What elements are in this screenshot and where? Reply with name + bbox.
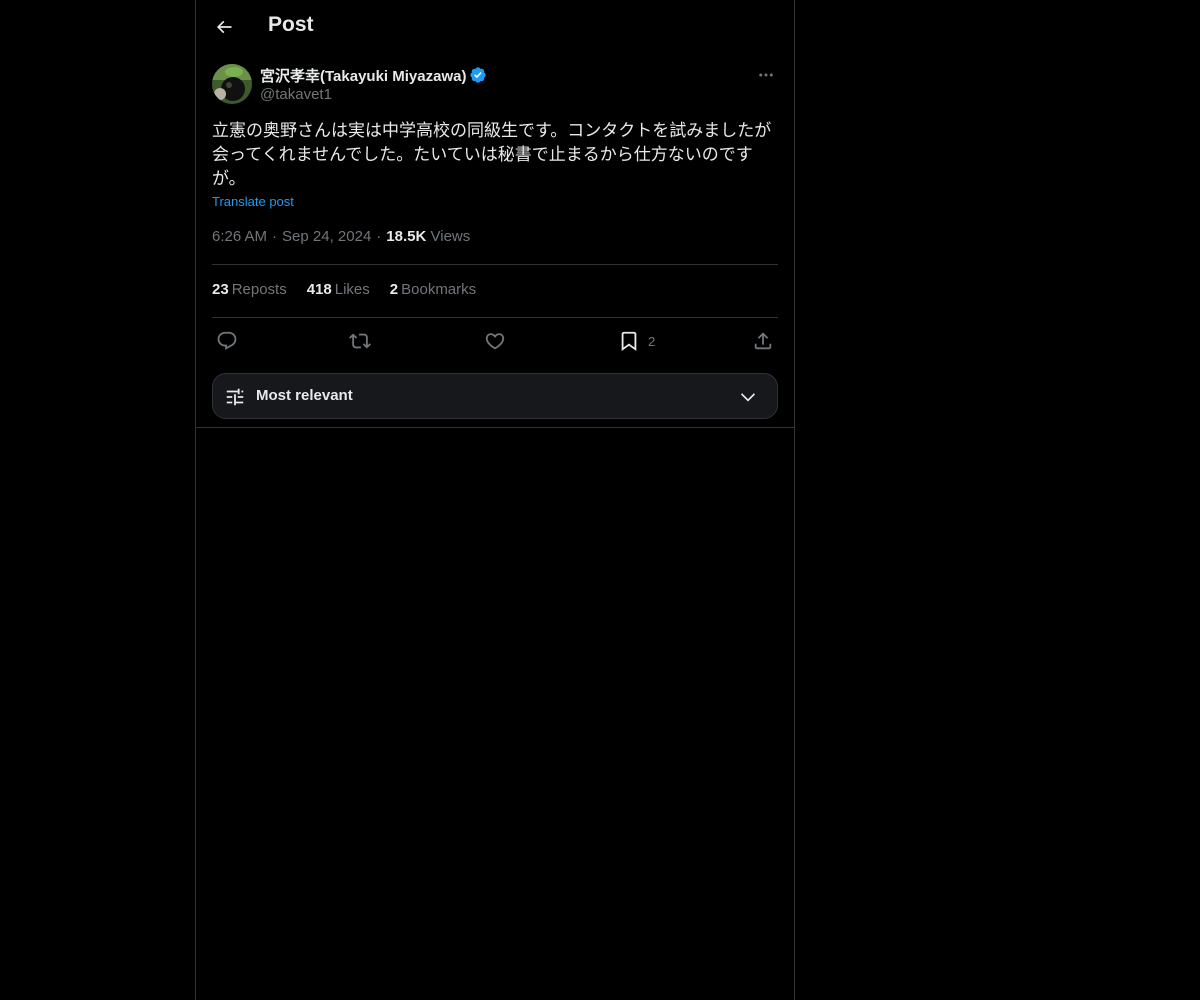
bookmark-button[interactable]: 2 [618, 328, 655, 354]
meta-separator: · [272, 228, 278, 245]
avatar[interactable] [212, 64, 252, 104]
reposts-count: 23 [212, 281, 229, 298]
likes-count: 418 [306, 281, 332, 298]
bookmark-icon [621, 331, 637, 352]
arrow-left-icon [216, 20, 232, 34]
likes-stat[interactable]: 418 Likes [307, 281, 370, 298]
bookmarks-stat[interactable]: 2 Bookmarks [390, 281, 476, 298]
like-button[interactable] [484, 328, 506, 354]
reply-button[interactable] [216, 328, 238, 354]
heart-icon [485, 333, 505, 350]
bookmark-count: 2 [648, 333, 656, 349]
reposts-stat[interactable]: 23 Reposts [212, 281, 287, 298]
meta-separator: · [376, 228, 382, 245]
author-name[interactable]: 宮沢孝幸(Takayuki Miyazawa) [260, 65, 466, 86]
verified-badge-icon[interactable] [469, 66, 487, 84]
post-meta: 6:26 AM · Sep 24, 2024 · 18.5K Views [212, 228, 470, 245]
chevron-down-icon [740, 393, 756, 402]
author-handle[interactable]: @takavet1 [260, 86, 487, 103]
post-text: 立憲の奥野さんは実は中学高校の同級生です。コンタクトを試みましたが会ってくれませ… [212, 121, 772, 189]
back-button[interactable] [208, 11, 240, 43]
share-icon [754, 332, 772, 350]
primary-column: Post 宮沢孝幸(Takayuki Miyazawa) @takavet1 立… [195, 0, 795, 1000]
views-label: Views [430, 228, 471, 245]
sort-label: Most relevant [256, 387, 353, 404]
page-header: Post [196, 0, 794, 53]
bookmarks-count: 2 [389, 281, 399, 298]
repost-button[interactable] [349, 328, 371, 354]
author-info: 宮沢孝幸(Takayuki Miyazawa) @takavet1 [260, 65, 487, 103]
bookmarks-label: Bookmarks [401, 281, 477, 298]
more-options-button[interactable] [754, 64, 778, 86]
avatar-image [212, 64, 252, 104]
share-button[interactable] [752, 328, 774, 354]
post-actions: 2 [212, 328, 778, 354]
section-divider [196, 427, 794, 428]
post-stats: 23 Reposts 418 Likes 2 Bookmarks [212, 281, 496, 298]
replies-sort-dropdown[interactable]: Most relevant [212, 373, 778, 419]
repost-icon [349, 333, 371, 349]
views-count: 18.5K [386, 228, 427, 245]
translate-post-link[interactable]: Translate post [212, 194, 294, 209]
likes-label: Likes [334, 281, 370, 298]
divider [212, 264, 778, 265]
sliders-icon [226, 388, 244, 406]
reply-icon [217, 331, 237, 350]
author-name-row: 宮沢孝幸(Takayuki Miyazawa) [260, 65, 487, 85]
reposts-label: Reposts [231, 281, 287, 298]
post-time[interactable]: 6:26 AM [212, 228, 267, 245]
divider [212, 317, 778, 318]
page-title: Post [268, 13, 314, 36]
more-horizontal-icon [759, 73, 773, 77]
post-date[interactable]: Sep 24, 2024 [282, 228, 371, 245]
